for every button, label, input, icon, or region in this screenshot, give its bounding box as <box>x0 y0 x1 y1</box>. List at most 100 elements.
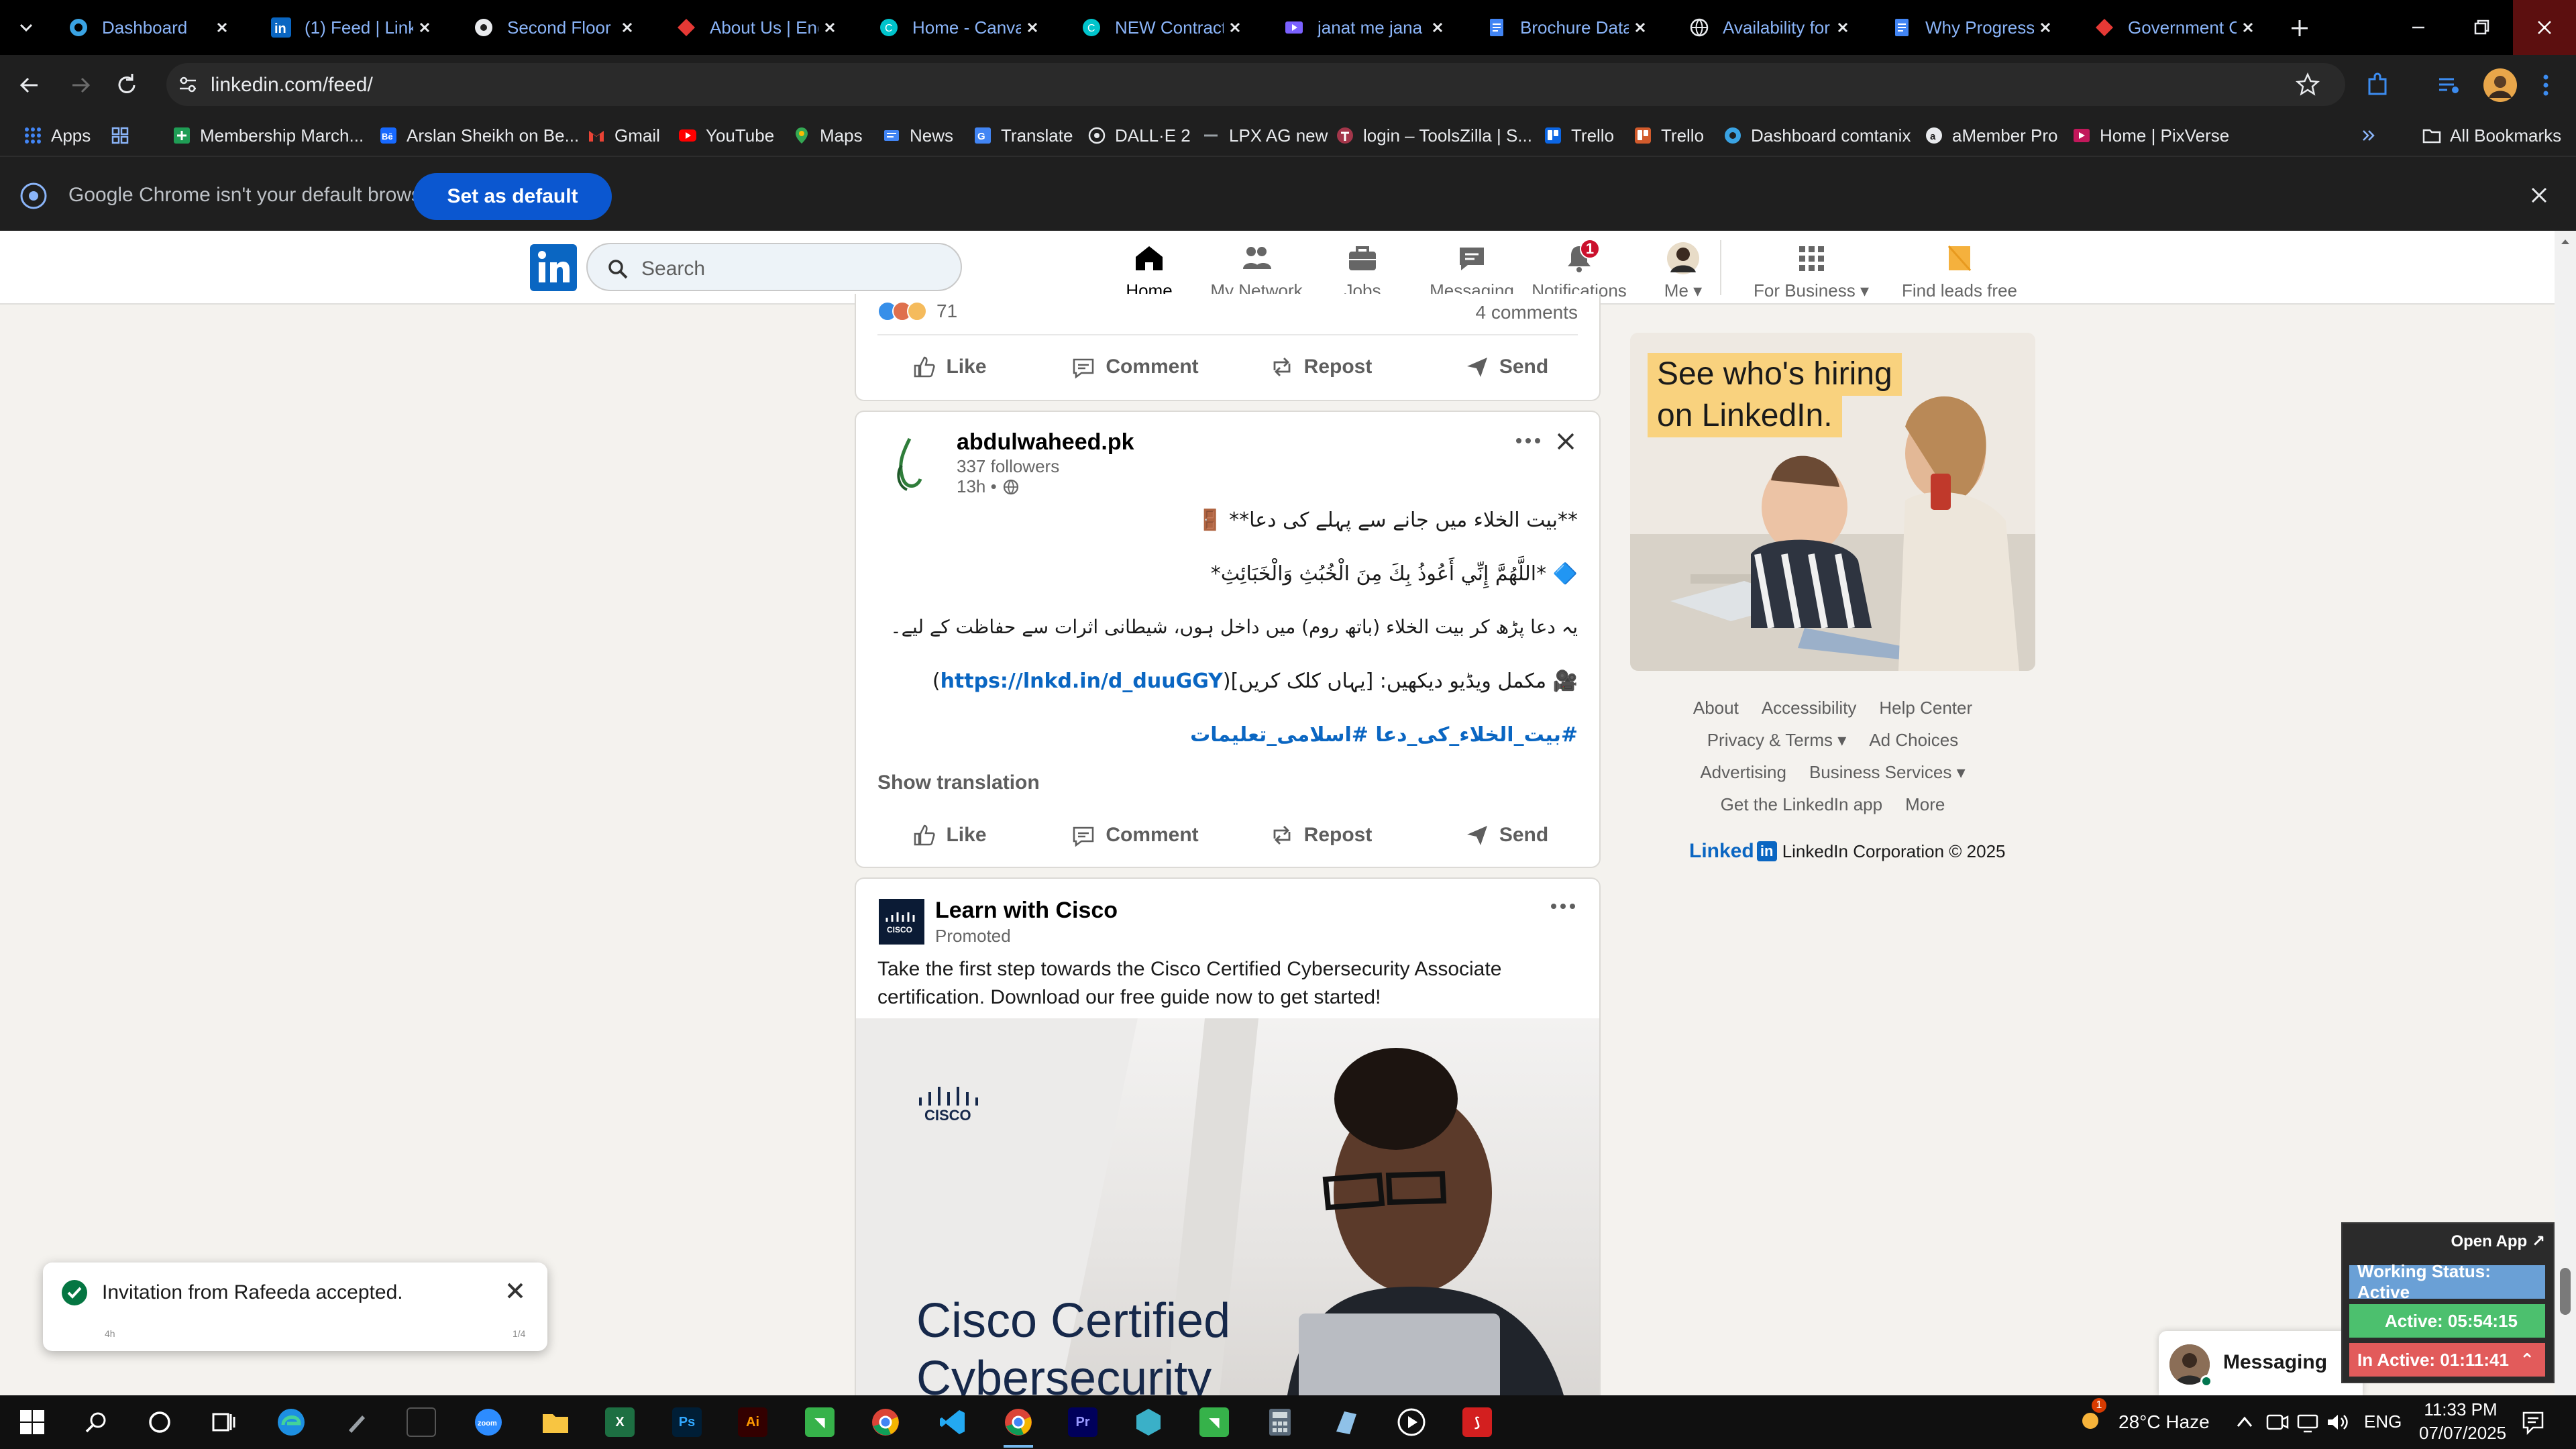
taskbar-terminal[interactable] <box>402 1403 440 1441</box>
messaging-overlay[interactable]: Messaging <box>2159 1331 2363 1395</box>
post-hashtags[interactable]: #بیت_الخلاء_کی_دعا #اسلامی_تعلیمات <box>1190 723 1578 747</box>
chevron-up-icon[interactable] <box>2233 1410 2257 1434</box>
bookmark-membership[interactable]: Membership March... <box>172 121 364 150</box>
nav-find-leads[interactable]: Find leads free <box>1897 231 2022 305</box>
clock[interactable]: 11:33 PM 07/07/2025 <box>2419 1399 2506 1444</box>
close-tab-icon[interactable] <box>616 16 639 39</box>
show-translation-link[interactable]: Show translation <box>877 771 1040 794</box>
close-window-button[interactable] <box>2513 0 2576 55</box>
more-bookmarks-button[interactable] <box>2359 121 2379 150</box>
taskbar-app-blue[interactable] <box>1327 1403 1364 1441</box>
close-tab-icon[interactable] <box>1426 16 1449 39</box>
close-tab-icon[interactable] <box>818 16 841 39</box>
tab-new-contract[interactable]: C NEW Contract <box>1064 7 1260 48</box>
taskbar-chrome-active[interactable] <box>1000 1403 1037 1448</box>
close-icon[interactable] <box>502 1277 529 1304</box>
bookmark-amember[interactable]: a aMember Pro <box>1924 121 2058 150</box>
tab-linkedin-feed[interactable]: in (1) Feed | LinkedIn <box>254 7 449 48</box>
linkedin-logo[interactable] <box>530 244 577 291</box>
taskbar-acrobat[interactable]: ⟆ <box>1458 1403 1496 1441</box>
taskbar-app-green-2[interactable]: ◥ <box>1195 1403 1233 1441</box>
taskbar-illustrator[interactable]: Ai <box>734 1403 771 1441</box>
footer-link[interactable]: Business Services ▾ <box>1809 762 1966 783</box>
bookmark-maps[interactable]: Maps <box>792 121 863 150</box>
footer-link[interactable]: Help Center <box>1879 698 1972 718</box>
bookmark-toolszilla[interactable]: login – ToolsZilla | S... <box>1335 121 1532 150</box>
all-bookmarks-button[interactable]: All Bookmarks <box>2422 121 2561 150</box>
search-input[interactable]: Search <box>586 243 962 291</box>
tab-janat[interactable]: janat me jana <box>1267 7 1462 48</box>
weather-widget[interactable]: 1 <box>2073 1398 2110 1441</box>
repost-button[interactable]: Repost <box>1228 339 1413 394</box>
close-icon[interactable] <box>2526 182 2552 208</box>
bookmark-youtube[interactable]: YouTube <box>678 121 774 150</box>
like-button[interactable]: Like <box>856 339 1042 394</box>
bookmark-apps[interactable]: Apps <box>23 121 91 150</box>
reaction-summary[interactable]: 71 <box>877 301 957 322</box>
taskbar-photoshop[interactable]: Ps <box>668 1403 706 1441</box>
more-options-icon[interactable] <box>1512 431 1544 451</box>
profile-avatar[interactable] <box>2482 67 2518 103</box>
post-link[interactable]: https://lnkd.in/d_duuGGY <box>941 669 1223 693</box>
footer-link[interactable]: Privacy & Terms ▾ <box>1707 730 1847 751</box>
taskbar-premiere[interactable]: Pr <box>1064 1403 1102 1441</box>
start-button[interactable] <box>13 1403 51 1441</box>
network-icon[interactable] <box>2296 1410 2320 1434</box>
taskbar-zoom[interactable]: zoom <box>470 1403 507 1441</box>
address-bar[interactable]: linkedin.com/feed/ <box>166 63 2345 106</box>
advertiser-name[interactable]: Learn with Cisco <box>935 898 1118 924</box>
nav-for-business[interactable]: For Business ▾ <box>1741 231 1881 305</box>
set-as-default-button[interactable]: Set as default <box>413 173 612 220</box>
close-tab-icon[interactable] <box>1021 16 1044 39</box>
close-tab-icon[interactable] <box>2237 16 2259 39</box>
input-language[interactable]: ENG <box>2364 1411 2402 1432</box>
close-tab-icon[interactable] <box>1629 16 1652 39</box>
repost-button[interactable]: Repost <box>1228 808 1413 863</box>
close-tab-icon[interactable] <box>413 16 436 39</box>
bookmark-behance[interactable]: Bē Arslan Sheikh on Be... <box>378 121 579 150</box>
cisco-logo[interactable]: CISCO <box>879 899 924 945</box>
reload-button[interactable] <box>111 70 142 101</box>
new-tab-button[interactable] <box>2284 12 2316 44</box>
back-button[interactable] <box>13 70 44 101</box>
notification-center-icon[interactable] <box>2520 1409 2546 1436</box>
volume-icon[interactable] <box>2325 1410 2349 1434</box>
tab-why-progressive[interactable]: Why Progressive <box>1874 7 2070 48</box>
cortana-button[interactable] <box>141 1403 178 1441</box>
bookmark-grid[interactable] <box>110 121 138 150</box>
like-button[interactable]: Like <box>856 808 1042 863</box>
more-options-icon[interactable] <box>1547 896 1579 916</box>
close-tab-icon[interactable] <box>1831 16 1854 39</box>
restore-button[interactable] <box>2450 0 2513 55</box>
footer-link[interactable]: Advertising <box>1700 762 1786 783</box>
reading-list-button[interactable] <box>2434 70 2465 101</box>
tab-about-us[interactable]: About Us | Endeavour <box>659 7 855 48</box>
meet-now-icon[interactable] <box>2265 1410 2289 1434</box>
close-tab-icon[interactable] <box>211 16 233 39</box>
hiring-ad[interactable]: See who's hiring on LinkedIn. <box>1630 333 2035 671</box>
bookmark-news[interactable]: News <box>881 121 953 150</box>
taskbar-vscode[interactable] <box>934 1403 971 1441</box>
taskbar-excel[interactable]: X <box>601 1403 639 1441</box>
nav-me[interactable]: Me ▾ <box>1646 231 1720 305</box>
open-app-link[interactable]: Open App ↗ <box>2451 1232 2545 1251</box>
tab-brochure[interactable]: Brochure Data <box>1469 7 1665 48</box>
chrome-menu-button[interactable] <box>2530 70 2561 101</box>
close-tab-icon[interactable] <box>1224 16 1246 39</box>
taskbar-pen[interactable] <box>338 1403 376 1441</box>
footer-link[interactable]: About <box>1693 698 1739 718</box>
bookmark-dashboard-comtanix[interactable]: Dashboard comtanix <box>1723 121 1911 150</box>
author-avatar[interactable] <box>883 432 936 499</box>
taskbar-app-green[interactable]: ◥ <box>801 1403 839 1441</box>
search-button[interactable] <box>78 1403 115 1441</box>
bookmark-lpx[interactable]: LPX AG new <box>1201 121 1328 150</box>
minimize-button[interactable] <box>2387 0 2450 55</box>
tab-government-contracts[interactable]: Government Contracts <box>2077 7 2273 48</box>
taskbar-chrome[interactable] <box>867 1403 904 1441</box>
send-button[interactable]: Send <box>1413 339 1599 394</box>
taskbar-app-teal[interactable] <box>1130 1403 1167 1441</box>
taskbar-calculator[interactable] <box>1261 1403 1299 1441</box>
forward-button[interactable] <box>66 70 97 101</box>
bookmark-dalle[interactable]: DALL·E 2 <box>1087 121 1191 150</box>
bookmark-pixverse[interactable]: Home | PixVerse <box>2072 121 2229 150</box>
